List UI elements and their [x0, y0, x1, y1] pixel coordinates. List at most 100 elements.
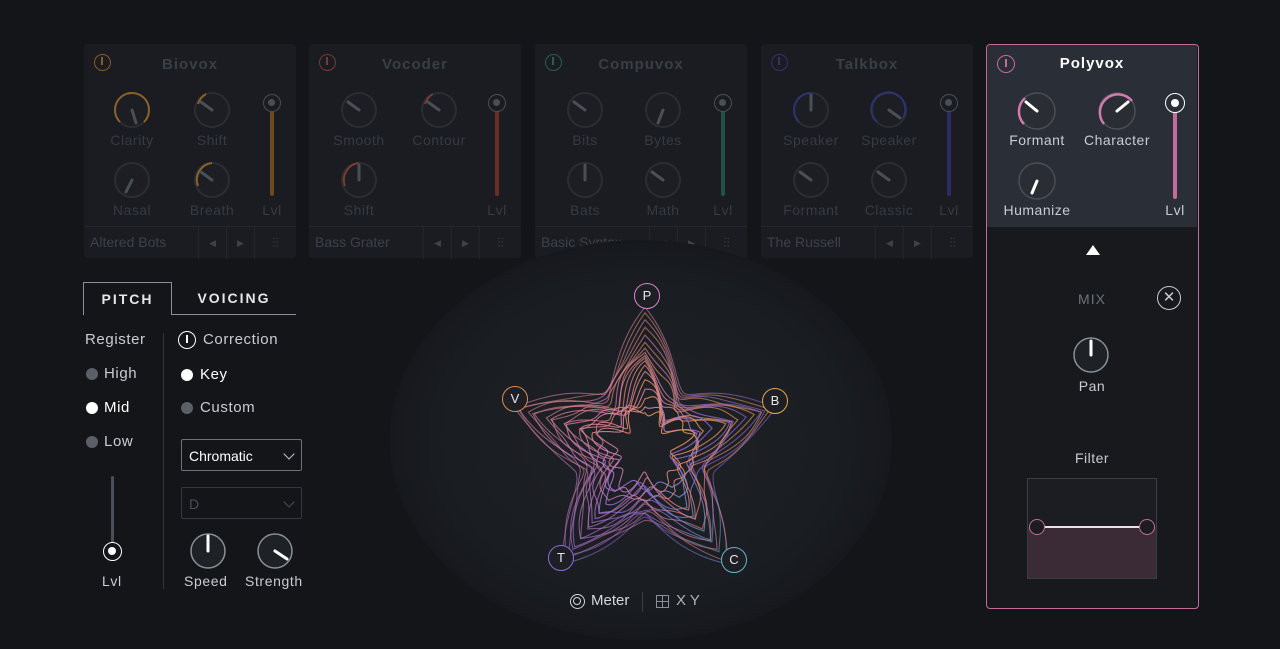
prev-preset-button[interactable]: ◀ — [875, 227, 903, 259]
voice-visualizer[interactable] — [490, 280, 780, 580]
breath-knob[interactable] — [192, 160, 232, 200]
register-high-label[interactable]: High — [104, 365, 137, 382]
chevron-down-icon — [283, 496, 295, 508]
knob-label: Lvl — [262, 202, 282, 218]
radio-high[interactable] — [86, 368, 98, 380]
speaker-2-knob[interactable] — [869, 90, 909, 130]
knob-label: Speaker — [861, 132, 917, 148]
knob-label: Lvl — [713, 202, 733, 218]
strength-label: Strength — [245, 573, 303, 589]
radio-mid[interactable] — [86, 402, 98, 414]
module-polyvox: Polyvox Formant Character Humanize Lvl M… — [986, 44, 1199, 609]
level-slider-thumb[interactable] — [263, 94, 281, 112]
mixer-icon[interactable]: ⫶⫶ — [931, 227, 973, 259]
prev-preset-button[interactable]: ◀ — [198, 227, 226, 259]
prev-preset-button[interactable]: ◀ — [423, 227, 451, 259]
correction-custom-label[interactable]: Custom — [200, 399, 255, 416]
register-mid-label[interactable]: Mid — [104, 399, 130, 416]
level-slider-thumb[interactable] — [940, 94, 958, 112]
preset-name[interactable]: Altered Bots — [90, 234, 166, 250]
bats-knob[interactable] — [565, 160, 605, 200]
register-level-slider[interactable] — [111, 476, 114, 548]
vertex-p[interactable]: P — [634, 283, 660, 309]
preset-name[interactable]: Bass Grater — [315, 234, 390, 250]
knob-label: Speaker — [783, 132, 839, 148]
level-slider[interactable] — [270, 106, 274, 196]
close-icon[interactable]: ✕ — [1157, 286, 1181, 310]
key-select[interactable]: D — [181, 487, 302, 519]
next-preset-button[interactable]: ▶ — [226, 227, 254, 259]
strength-knob[interactable] — [255, 531, 295, 571]
register-low-label[interactable]: Low — [104, 433, 133, 450]
tab-pitch[interactable]: PITCH — [83, 282, 172, 315]
radio-low[interactable] — [86, 436, 98, 448]
filter-low-handle[interactable] — [1029, 519, 1045, 535]
mix-label: MIX — [1078, 291, 1106, 307]
mixer-icon[interactable]: ⫶⫶ — [479, 227, 521, 259]
register-level-thumb[interactable] — [103, 542, 122, 561]
module-title: Compuvox — [598, 56, 684, 73]
knob-label: Clarity — [110, 132, 154, 148]
preset-bar: Bass Grater ◀ ▶ ⫶⫶ — [309, 226, 521, 259]
formant-knob[interactable] — [1015, 89, 1059, 133]
tab-voicing[interactable]: VOICING — [172, 282, 296, 315]
humanize-knob[interactable] — [1015, 159, 1059, 203]
bits-knob[interactable] — [565, 90, 605, 130]
shift-knob[interactable] — [339, 160, 379, 200]
character-knob[interactable] — [1095, 89, 1139, 133]
next-preset-button[interactable]: ▶ — [903, 227, 931, 259]
speed-knob[interactable] — [188, 531, 228, 571]
register-level-label: Lvl — [102, 573, 122, 589]
level-slider[interactable] — [1173, 109, 1177, 199]
correction-key-label[interactable]: Key — [200, 366, 228, 383]
formant-knob[interactable] — [791, 160, 831, 200]
module-biovox: Biovox Clarity Shift Nasal Breath Lvl Al… — [84, 44, 296, 259]
waveform-lines — [513, 306, 777, 565]
module-talkbox: Talkbox Speaker Speaker Formant Classic … — [761, 44, 973, 259]
panel-divider — [163, 333, 164, 589]
knob-label: Lvl — [939, 202, 959, 218]
clarity-knob[interactable] — [112, 90, 152, 130]
vertex-b[interactable]: B — [762, 388, 788, 414]
shift-knob[interactable] — [192, 90, 232, 130]
level-slider[interactable] — [947, 106, 951, 196]
knob-label: Bytes — [644, 132, 682, 148]
filter-high-handle[interactable] — [1139, 519, 1155, 535]
level-slider[interactable] — [721, 106, 725, 196]
level-slider[interactable] — [495, 106, 499, 196]
smooth-knob[interactable] — [339, 90, 379, 130]
speaker-knob[interactable] — [791, 90, 831, 130]
preset-bar: The Russell ◀ ▶ ⫶⫶ — [761, 226, 973, 259]
module-title: Biovox — [161, 56, 218, 73]
knob-label: Bits — [572, 132, 598, 148]
math-knob[interactable] — [643, 160, 683, 200]
nasal-knob[interactable] — [112, 160, 152, 200]
filter-graph[interactable] — [1027, 478, 1157, 579]
next-preset-button[interactable]: ▶ — [451, 227, 479, 259]
vertex-c[interactable]: C — [721, 547, 747, 573]
knob-label: Shift — [196, 132, 228, 148]
xy-button[interactable]: X Y — [676, 592, 700, 609]
level-slider-thumb[interactable] — [1165, 93, 1185, 113]
level-slider-thumb[interactable] — [488, 94, 506, 112]
meter-button[interactable]: Meter — [591, 592, 629, 609]
level-slider-thumb[interactable] — [714, 94, 732, 112]
xy-grid-icon[interactable] — [656, 595, 669, 608]
meter-icon[interactable] — [570, 594, 585, 609]
bottom-divider — [642, 592, 643, 612]
pan-knob[interactable] — [1071, 335, 1111, 375]
classic-knob[interactable] — [869, 160, 909, 200]
knob-label: Character — [1084, 132, 1150, 148]
correction-power-icon[interactable] — [178, 331, 196, 349]
contour-knob[interactable] — [419, 90, 459, 130]
speed-label: Speed — [184, 573, 228, 589]
vertex-t[interactable]: T — [548, 545, 574, 571]
radio-key[interactable] — [181, 369, 193, 381]
vertex-v[interactable]: V — [502, 386, 528, 412]
scale-select[interactable]: Chromatic — [181, 439, 302, 471]
preset-name[interactable]: The Russell — [767, 234, 841, 250]
collapse-arrow-icon[interactable] — [1086, 245, 1100, 255]
bytes-knob[interactable] — [643, 90, 683, 130]
mixer-icon[interactable]: ⫶⫶ — [254, 227, 296, 259]
radio-custom[interactable] — [181, 402, 193, 414]
